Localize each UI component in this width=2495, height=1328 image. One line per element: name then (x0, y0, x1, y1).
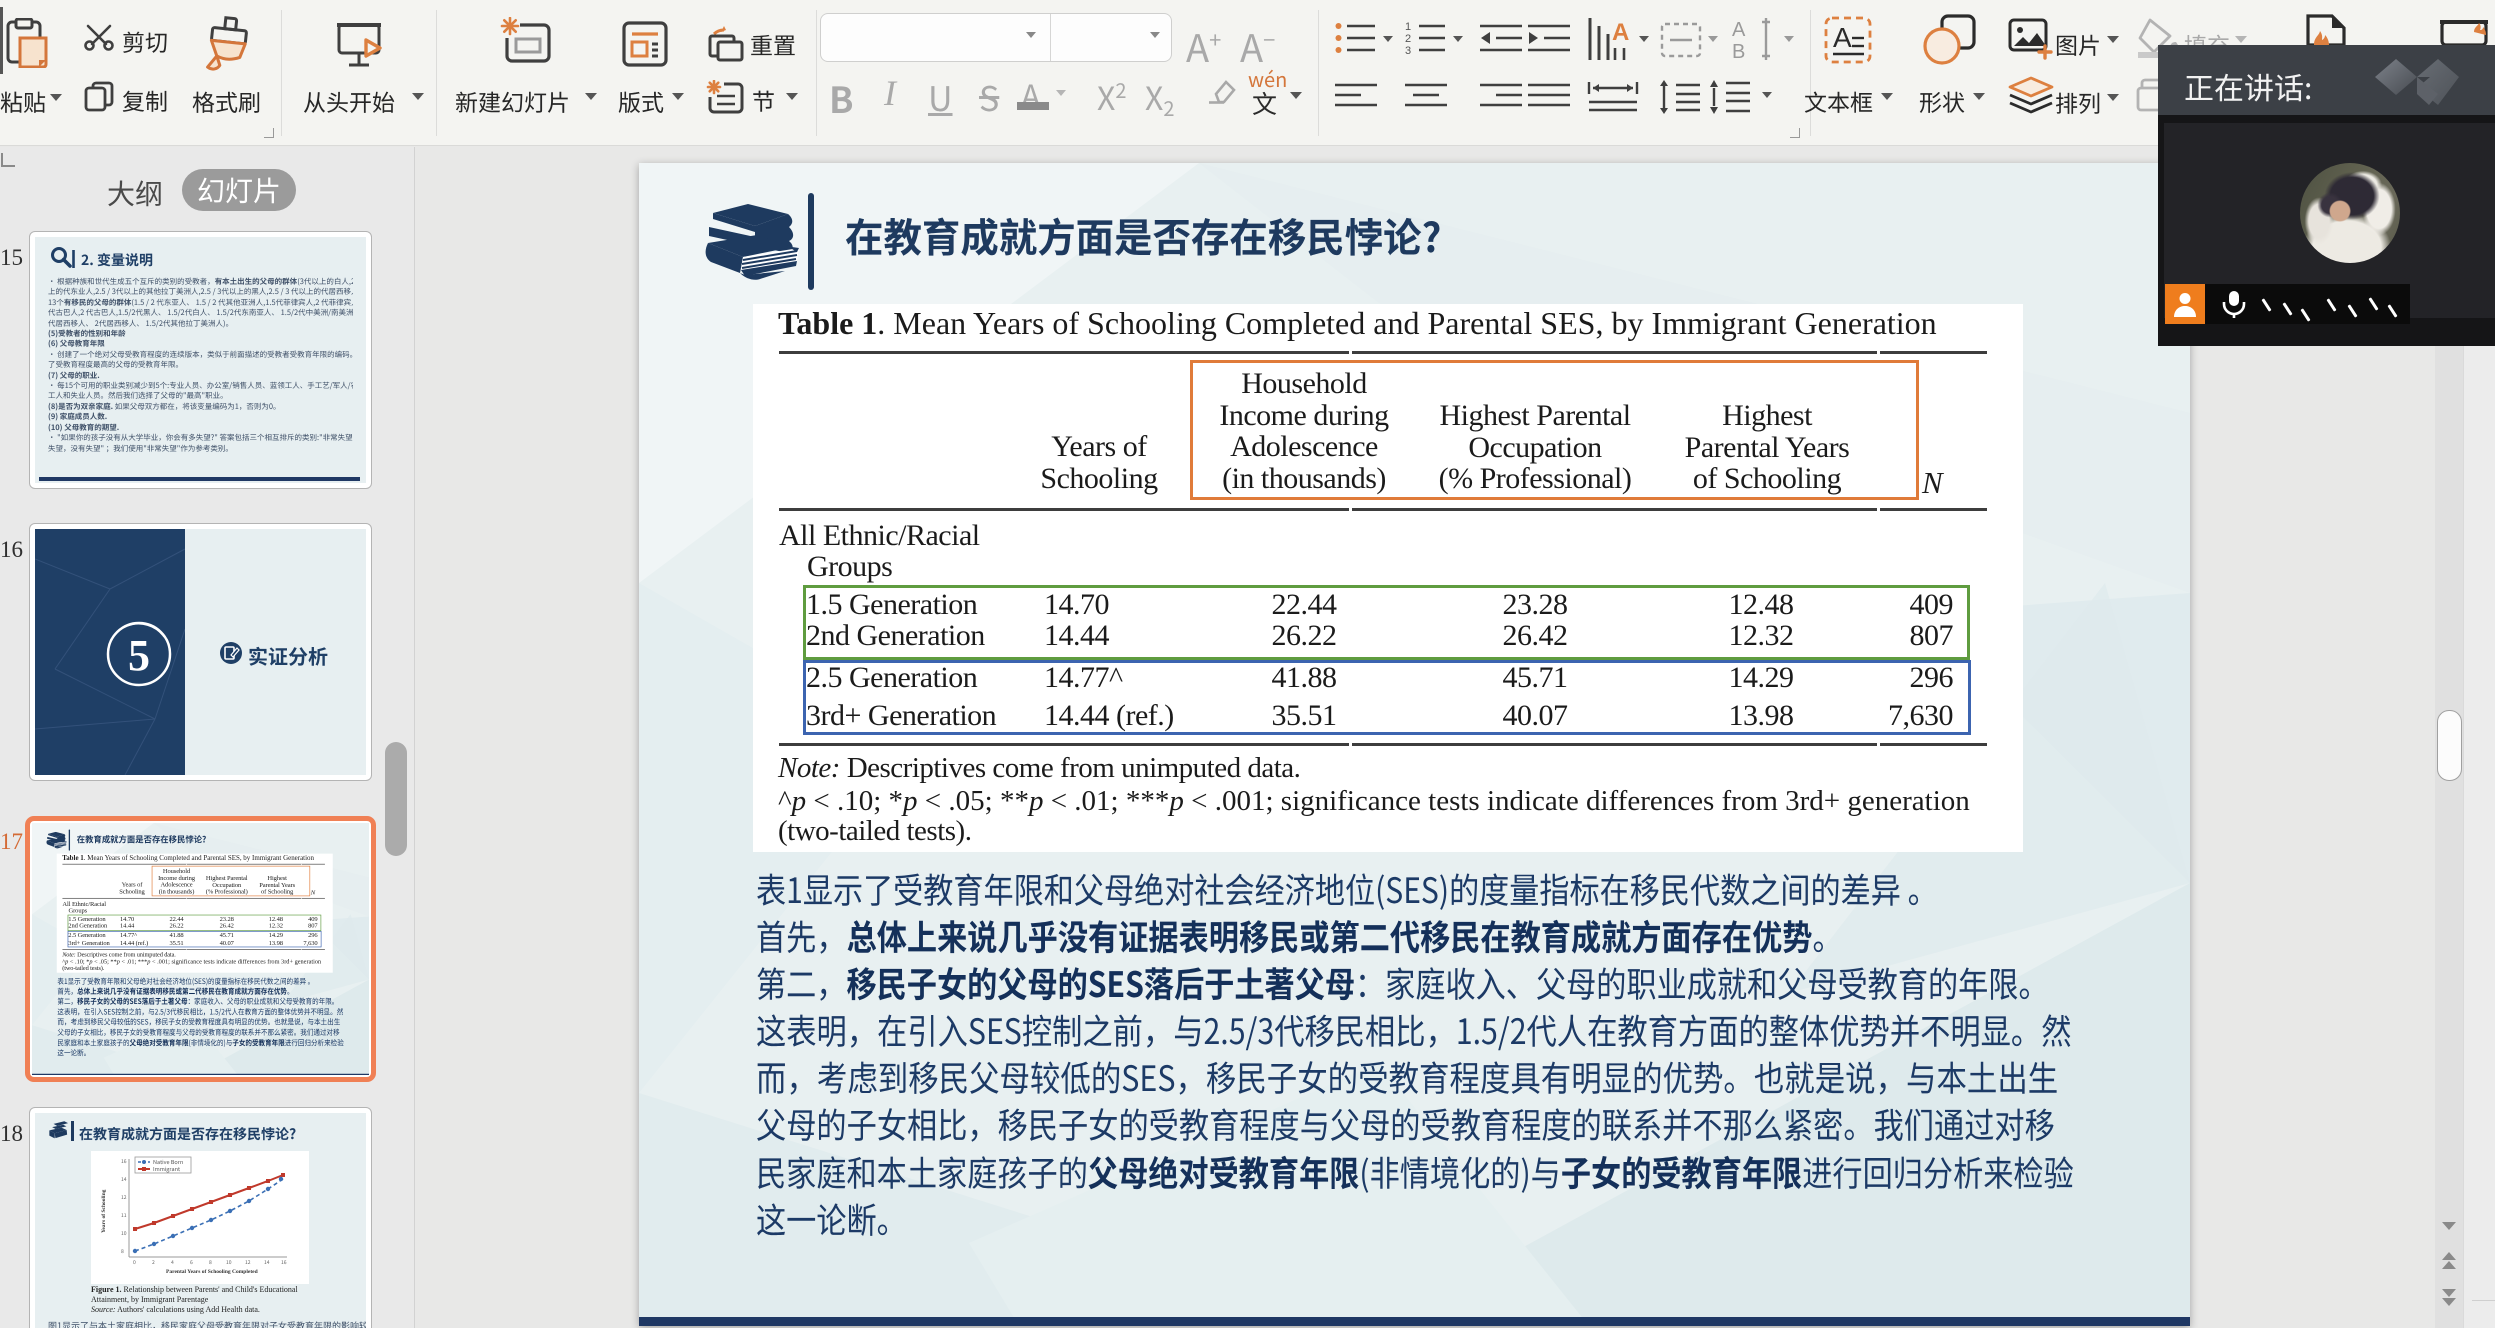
svg-text:12: 12 (245, 1259, 251, 1266)
svg-text:A: A (1732, 19, 1746, 41)
svg-text:Years of Schooling: Years of Schooling (101, 1189, 107, 1233)
svg-text:11: 11 (121, 1212, 127, 1219)
svg-text:2: 2 (1405, 33, 1411, 45)
svg-text:10: 10 (121, 1230, 127, 1237)
svg-text:Immigrant: Immigrant (153, 1165, 180, 1173)
svg-text:16: 16 (121, 1158, 127, 1165)
svg-text:8: 8 (121, 1248, 124, 1255)
svg-text:1: 1 (1405, 22, 1411, 33)
svg-text:0: 0 (133, 1259, 136, 1266)
svg-text:14: 14 (264, 1259, 270, 1266)
svg-text:8: 8 (209, 1259, 212, 1266)
svg-text:Parental Years of Schooling Co: Parental Years of Schooling Completed (166, 1269, 258, 1275)
svg-text:A: A (1612, 19, 1629, 46)
svg-text:A: A (1833, 22, 1852, 53)
svg-text:2: 2 (152, 1259, 155, 1266)
svg-text:4: 4 (171, 1259, 174, 1266)
svg-text:10: 10 (226, 1259, 232, 1266)
svg-text:16: 16 (281, 1259, 287, 1266)
svg-text:5: 5 (128, 631, 150, 680)
svg-text:12: 12 (121, 1194, 127, 1201)
svg-text:6: 6 (190, 1259, 193, 1266)
svg-text:B: B (1732, 41, 1745, 60)
svg-text:3: 3 (1405, 45, 1411, 56)
svg-text:14: 14 (121, 1176, 127, 1183)
